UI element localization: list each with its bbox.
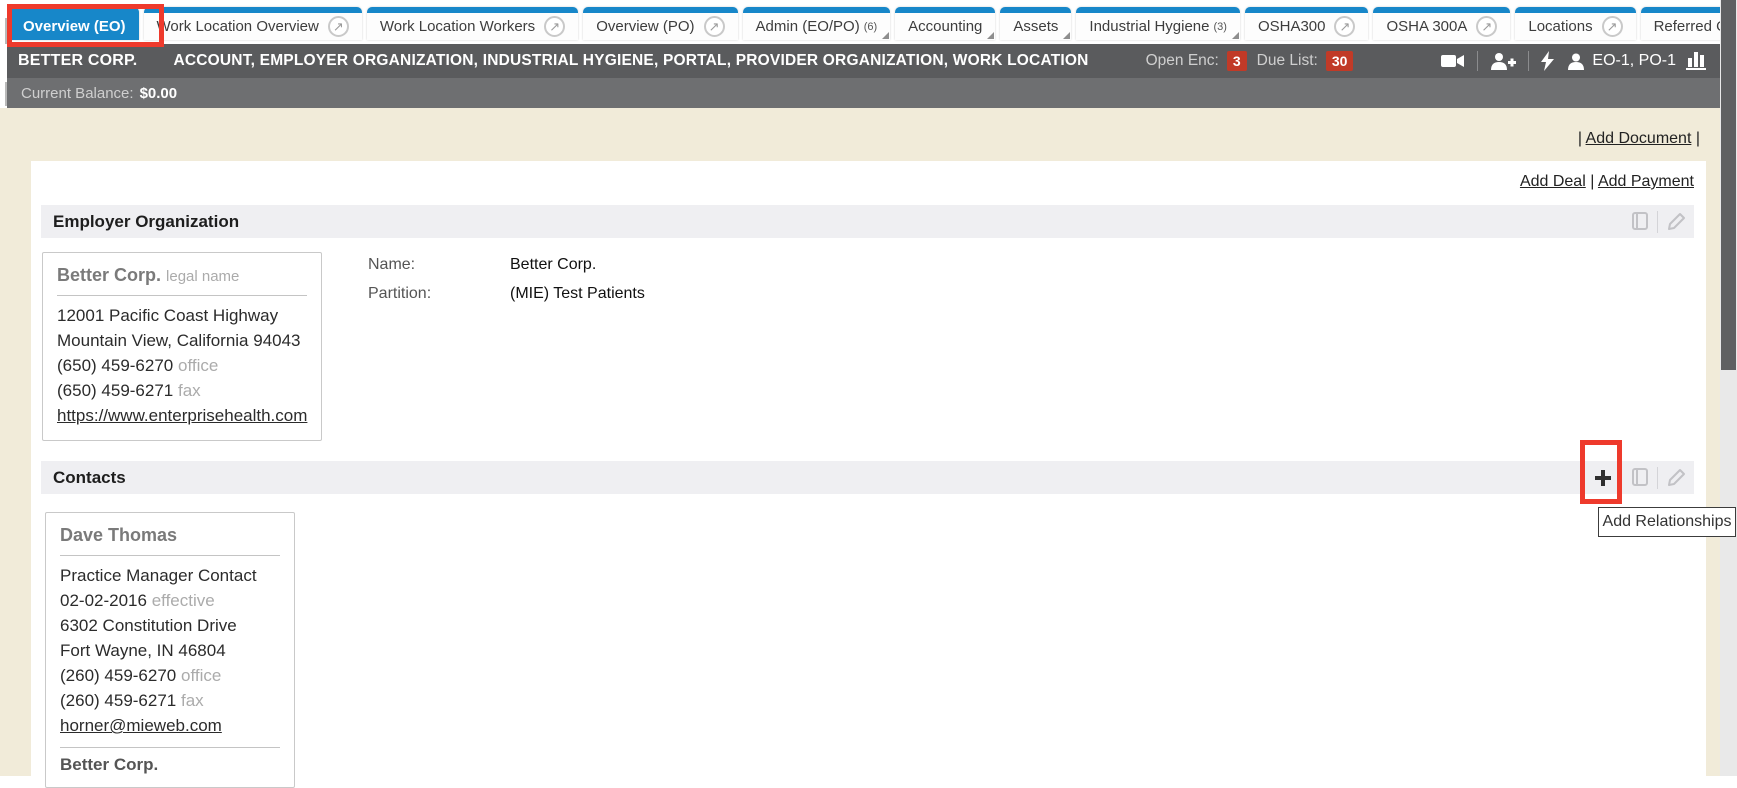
tab-count: (6) xyxy=(864,21,877,33)
entity-categories: ACCOUNT, EMPLOYER ORGANIZATION, INDUSTRI… xyxy=(173,52,1088,70)
contact-name: Dave Thomas xyxy=(60,525,280,546)
external-link-icon[interactable]: ↗ xyxy=(1334,16,1355,37)
tab-label: OSHA300 xyxy=(1258,18,1326,35)
org-name: BETTER CORP. xyxy=(18,52,137,70)
contact-email-link[interactable]: horner@mieweb.com xyxy=(60,716,222,735)
external-link-icon[interactable]: ↗ xyxy=(1602,16,1623,37)
left-edge-artifact xyxy=(5,82,7,106)
copy-book-icon[interactable] xyxy=(1629,468,1649,488)
main-content: | Add Document | Add Deal | Add Payment … xyxy=(0,108,1720,776)
record-panel: Add Deal | Add Payment Employer Organiza… xyxy=(31,161,1706,786)
lightning-icon[interactable] xyxy=(1541,51,1554,71)
section-title: Employer Organization xyxy=(53,212,1629,232)
edit-pencil-icon[interactable] xyxy=(1666,468,1686,488)
tab-label: Overview (EO) xyxy=(23,18,126,35)
bar-chart-icon[interactable] xyxy=(1686,52,1706,70)
tab-osha-300a[interactable]: OSHA 300A ↗ xyxy=(1373,7,1510,40)
org-address-line1: 12001 Pacific Coast Highway xyxy=(57,303,307,328)
video-camera-icon[interactable] xyxy=(1441,53,1465,69)
tab-label: Admin (EO/PO) xyxy=(756,18,860,35)
context-indicator[interactable]: EO-1, PO-1 xyxy=(1592,52,1676,70)
contact-address-line1: 6302 Constitution Drive xyxy=(60,613,280,638)
external-link-icon[interactable]: ↗ xyxy=(1476,16,1497,37)
section-title: Contacts xyxy=(53,468,1557,488)
open-enc-label: Open Enc: xyxy=(1146,52,1219,70)
vertical-scrollbar[interactable] xyxy=(1720,0,1737,776)
contact-phone-office: (260) 459-6270 office xyxy=(60,663,280,688)
org-phone-fax: (650) 459-6271 fax xyxy=(57,378,307,403)
dropdown-corner-icon xyxy=(1232,32,1239,39)
field-label: Name: xyxy=(368,254,510,276)
tab-osha300[interactable]: OSHA300 ↗ xyxy=(1245,7,1369,40)
tab-label: Work Location Overview xyxy=(157,18,319,35)
entity-header-bar: BETTER CORP. ACCOUNT, EMPLOYER ORGANIZAT… xyxy=(7,44,1720,78)
contact-company: Better Corp. xyxy=(60,755,280,775)
balance-value: $0.00 xyxy=(140,85,178,102)
tab-label: Overview (PO) xyxy=(596,18,694,35)
copy-book-icon[interactable] xyxy=(1629,212,1649,232)
dropdown-corner-icon xyxy=(882,32,889,39)
org-card-qualifier: legal name xyxy=(166,268,239,285)
contact-address-line2: Fort Wayne, IN 46804 xyxy=(60,638,280,663)
employer-organization-body: Better Corp. legal name 12001 Pacific Coa… xyxy=(41,252,1694,441)
contact-effective: 02-02-2016 effective xyxy=(60,588,280,613)
scrollbar-thumb[interactable] xyxy=(1721,0,1736,370)
contact-phone-fax: (260) 459-6271 fax xyxy=(60,688,280,713)
tab-overview-po[interactable]: Overview (PO) ↗ xyxy=(583,7,737,40)
left-edge-artifact xyxy=(5,18,7,44)
add-document-row: | Add Document | xyxy=(1578,130,1700,148)
tab-label: Industrial Hygiene xyxy=(1089,18,1209,35)
employer-organization-fields: Name: Better Corp. Partition: (MIE) Test… xyxy=(368,254,645,441)
external-link-icon[interactable]: ↗ xyxy=(704,16,725,37)
add-document-link[interactable]: Add Document xyxy=(1586,130,1692,147)
tab-overview-eo[interactable]: Overview (EO) xyxy=(10,7,139,40)
external-link-icon[interactable]: ↗ xyxy=(328,16,349,37)
add-plus-icon[interactable] xyxy=(1593,468,1613,488)
tab-accounting[interactable]: Accounting xyxy=(895,7,995,40)
tab-admin-eo-po[interactable]: Admin (EO/PO) (6) xyxy=(743,7,891,40)
field-value: (MIE) Test Patients xyxy=(510,283,645,305)
field-value: Better Corp. xyxy=(510,254,596,276)
tab-count: (3) xyxy=(1213,21,1226,33)
add-relationships-tooltip: Add Relationships xyxy=(1598,507,1736,537)
org-address-line2: Mountain View, California 94043 xyxy=(57,328,307,353)
tab-work-location-overview[interactable]: Work Location Overview ↗ xyxy=(144,7,362,40)
tab-work-location-workers[interactable]: Work Location Workers ↗ xyxy=(367,7,578,40)
deal-payment-row: Add Deal | Add Payment xyxy=(41,173,1694,195)
tab-label: Assets xyxy=(1013,18,1058,35)
tab-label: OSHA 300A xyxy=(1386,18,1467,35)
tab-assets[interactable]: Assets xyxy=(1000,7,1071,40)
tab-industrial-hygiene[interactable]: Industrial Hygiene (3) xyxy=(1076,7,1240,40)
tab-label: Work Location Workers xyxy=(380,18,535,35)
tab-locations[interactable]: Locations ↗ xyxy=(1515,7,1635,40)
field-row-name: Name: Better Corp. xyxy=(368,254,645,276)
open-enc-badge[interactable]: 3 xyxy=(1227,51,1247,71)
tab-label: Locations xyxy=(1528,18,1592,35)
employer-organization-section-bar: Employer Organization xyxy=(41,205,1694,238)
contact-card: Dave Thomas Practice Manager Contact 02-… xyxy=(45,512,295,788)
org-card-name: Better Corp. xyxy=(57,265,161,285)
dropdown-corner-icon xyxy=(1063,32,1070,39)
add-deal-link[interactable]: Add Deal xyxy=(1520,173,1586,190)
due-list-badge[interactable]: 30 xyxy=(1326,51,1354,71)
contact-role: Practice Manager Contact xyxy=(60,563,280,588)
contacts-section-bar: Contacts xyxy=(41,461,1694,494)
employer-organization-card: Better Corp. legal name 12001 Pacific Coa… xyxy=(42,252,322,441)
external-link-icon[interactable]: ↗ xyxy=(544,16,565,37)
org-phone-office: (650) 459-6270 office xyxy=(57,353,307,378)
balance-label: Current Balance: xyxy=(21,85,134,102)
grid-icon[interactable] xyxy=(1557,468,1577,488)
tab-label: Accounting xyxy=(908,18,982,35)
tab-bar: Overview (EO) Work Location Overview ↗ W… xyxy=(0,0,1720,44)
add-person-icon[interactable] xyxy=(1490,52,1516,70)
person-icon[interactable] xyxy=(1568,53,1584,70)
field-row-partition: Partition: (MIE) Test Patients xyxy=(368,283,645,305)
edit-pencil-icon[interactable] xyxy=(1666,212,1686,232)
field-label: Partition: xyxy=(368,283,510,305)
org-website-link[interactable]: https://www.enterprisehealth.com xyxy=(57,406,307,425)
add-payment-link[interactable]: Add Payment xyxy=(1598,173,1694,190)
balance-bar: Current Balance: $0.00 xyxy=(7,78,1720,108)
due-list-label: Due List: xyxy=(1257,52,1318,70)
dropdown-corner-icon xyxy=(987,32,994,39)
